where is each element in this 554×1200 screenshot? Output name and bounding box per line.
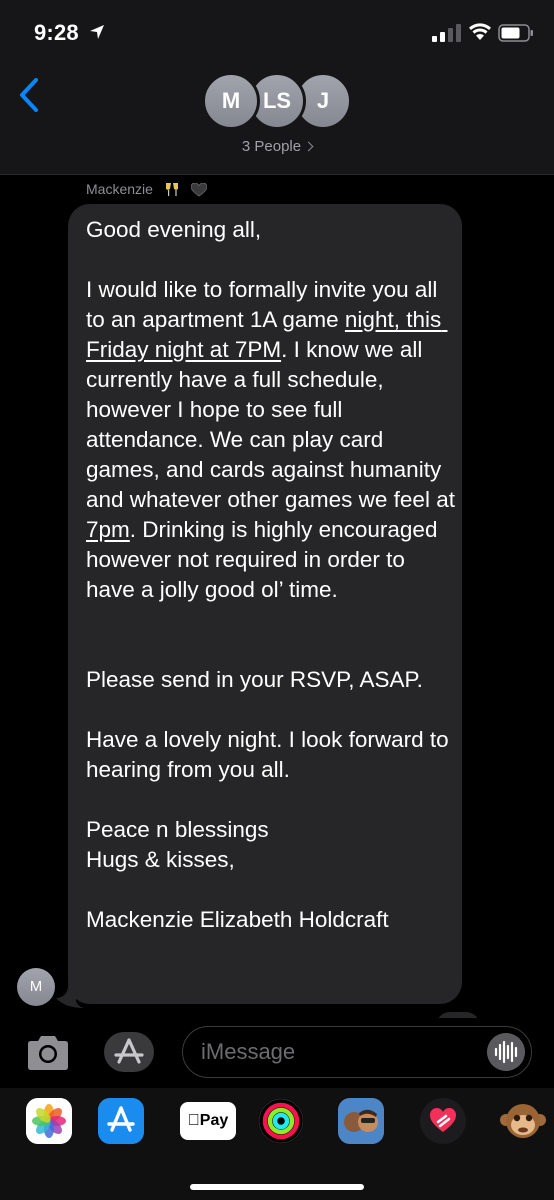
message-line: Please send in your RSVP, ASAP. — [86, 667, 423, 692]
message-line: Have a lovely night. I look forward to h… — [86, 727, 455, 782]
message-line: . I know we all currently have a full sc… — [86, 337, 462, 512]
apple-logo-icon:  — [188, 1112, 200, 1129]
app-store-icon[interactable] — [102, 1030, 156, 1074]
imessage-app-drawer: Pay — [0, 1088, 554, 1200]
group-details-link[interactable]: 3 People — [0, 138, 554, 155]
message-text: Good evening all, I would like to formal… — [86, 215, 456, 935]
sender-name: Mackenzie — [86, 181, 207, 198]
memoji-stickers-icon[interactable] — [338, 1098, 384, 1144]
apple-pay-app-icon[interactable]: Pay — [180, 1102, 236, 1140]
monkey-animoji-icon[interactable] — [500, 1098, 546, 1144]
status-bar: 9:28 — [0, 0, 554, 60]
waveform-icon[interactable] — [487, 1033, 525, 1071]
message-line: Peace n blessings — [86, 817, 269, 842]
app-store-app-icon[interactable] — [98, 1098, 144, 1144]
activity-rings-icon[interactable] — [258, 1098, 304, 1144]
camera-icon[interactable] — [24, 1032, 72, 1074]
sender-name-text: Mackenzie — [86, 181, 153, 197]
wifi-icon — [469, 23, 491, 40]
message-line: Hugs & kisses, — [86, 847, 235, 872]
imessage-input[interactable] — [201, 1037, 481, 1067]
bubble-tail — [56, 986, 84, 1008]
sender-avatar[interactable]: M — [17, 968, 55, 1006]
champagne-glasses-icon — [165, 183, 178, 197]
back-chevron-icon[interactable] — [14, 76, 44, 114]
digital-touch-heart-icon[interactable] — [420, 1098, 466, 1144]
message-line: . Drinking is highly encouraged however … — [86, 517, 444, 602]
message-signature: Mackenzie Elizabeth Holdcraft — [86, 907, 389, 932]
battery-icon — [498, 24, 533, 42]
signal-icon — [432, 24, 461, 42]
group-avatars[interactable]: M LS J — [202, 72, 352, 130]
conversation-header: 9:28 M LS J 3 People — [0, 0, 554, 175]
imessage-field[interactable] — [182, 1026, 532, 1078]
status-time: 9:28 — [34, 20, 79, 45]
location-arrow-icon — [90, 25, 104, 39]
people-count-label: 3 People — [241, 138, 302, 155]
home-indicator[interactable] — [190, 1184, 364, 1190]
chevron-right-icon — [303, 141, 314, 152]
apple-pay-label: Pay — [193, 1112, 228, 1129]
photos-app-icon[interactable] — [26, 1098, 72, 1144]
avatar: M — [202, 72, 260, 130]
message-line: Good evening all, — [86, 217, 262, 242]
time-link[interactable]: 7pm — [86, 517, 130, 542]
composer-bar — [0, 1018, 554, 1088]
black-heart-icon — [190, 183, 207, 197]
